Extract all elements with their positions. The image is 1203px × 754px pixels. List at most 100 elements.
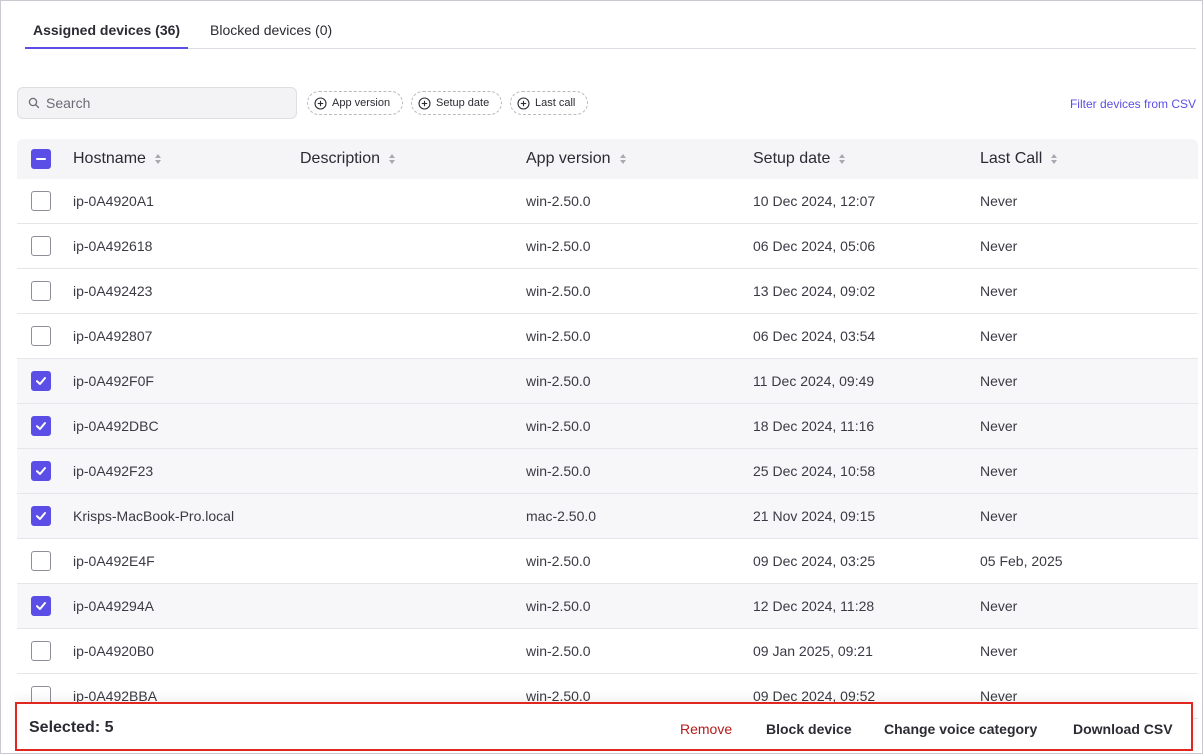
hostname-cell: ip-0A492618 (73, 238, 153, 254)
app-version-cell: win-2.50.0 (526, 238, 591, 254)
app-version-cell: win-2.50.0 (526, 328, 591, 344)
last-call-cell: Never (980, 373, 1018, 389)
table-row[interactable]: ip-0A492F0F win-2.50.0 11 Dec 2024, 09:49 N… (17, 359, 1198, 404)
row-checkbox[interactable] (31, 371, 51, 391)
column-header-hostname[interactable]: Hostname (73, 150, 162, 168)
table-row[interactable]: ip-0A49294A win-2.50.0 12 Dec 2024, 11:28 N… (17, 584, 1198, 629)
filter-devices-from-csv-link[interactable]: Filter devices from CSV (1070, 97, 1196, 111)
app-version-cell: win-2.50.0 (526, 463, 591, 479)
table-row[interactable]: Krisps-MacBook-Pro.local mac-2.50.0 21 Nov… (17, 494, 1198, 539)
hostname-cell: ip-0A492DBC (73, 418, 159, 434)
block-device-button[interactable]: Block device (766, 721, 852, 737)
setup-date-cell: 25 Dec 2024, 10:58 (753, 463, 876, 479)
app-version-cell: win-2.50.0 (526, 193, 591, 209)
devices-table: Hostname Description App version Setup d… (17, 139, 1198, 719)
app-version-cell: win-2.50.0 (526, 418, 591, 434)
column-header-label: Setup date (753, 150, 831, 167)
sort-icon (839, 154, 846, 164)
select-all-checkbox[interactable] (31, 149, 51, 169)
hostname-cell: ip-0A492E4F (73, 553, 155, 569)
table-row[interactable]: ip-0A4920A1 win-2.50.0 10 Dec 2024, 12:07 N… (17, 179, 1198, 224)
check-icon (36, 602, 46, 610)
column-header-setup-date[interactable]: Setup date (753, 150, 846, 168)
sort-icon (389, 154, 396, 164)
row-checkbox[interactable] (31, 461, 51, 481)
last-call-cell: Never (980, 193, 1018, 209)
app-version-cell: win-2.50.0 (526, 598, 591, 614)
table-row[interactable]: ip-0A492DBC win-2.50.0 18 Dec 2024, 11:16 N… (17, 404, 1198, 449)
column-header-app-version[interactable]: App version (526, 150, 627, 168)
last-call-cell: Never (980, 328, 1018, 344)
app-version-cell: win-2.50.0 (526, 283, 591, 299)
search-icon (28, 97, 40, 109)
last-call-cell: Never (980, 283, 1018, 299)
search-input[interactable] (46, 88, 286, 118)
table-row[interactable]: ip-0A4920B0 win-2.50.0 09 Jan 2025, 09:21 N… (17, 629, 1198, 674)
row-checkbox[interactable] (31, 551, 51, 571)
last-call-cell: Never (980, 238, 1018, 254)
add-circle-icon (418, 96, 431, 110)
setup-date-cell: 06 Dec 2024, 05:06 (753, 238, 876, 254)
tab-assigned-devices[interactable]: Assigned devices (36) (25, 19, 189, 49)
row-checkbox[interactable] (31, 191, 51, 211)
table-row[interactable]: ip-0A492F23 win-2.50.0 25 Dec 2024, 10:58 N… (17, 449, 1198, 494)
last-call-cell: Never (980, 463, 1018, 479)
last-call-cell: Never (980, 418, 1018, 434)
sort-icon (619, 154, 626, 164)
tab-blocked-devices[interactable]: Blocked devices (0) (202, 19, 340, 49)
last-call-cell: Never (980, 598, 1018, 614)
check-icon (36, 422, 46, 430)
setup-date-cell: 11 Dec 2024, 09:49 (753, 373, 875, 389)
column-header-description[interactable]: Description (300, 150, 396, 168)
filter-chip-label: Setup date (436, 97, 490, 109)
filter-chip-setup-date[interactable]: Setup date (411, 91, 503, 115)
selection-action-bar: Selected: 5 Remove Block device Change v… (15, 702, 1193, 751)
table-row[interactable]: ip-0A492807 win-2.50.0 06 Dec 2024, 03:54 N… (17, 314, 1198, 359)
search-box[interactable] (17, 87, 297, 119)
row-checkbox[interactable] (31, 416, 51, 436)
row-checkbox[interactable] (31, 596, 51, 616)
app-version-cell: win-2.50.0 (526, 553, 591, 569)
change-voice-category-button[interactable]: Change voice category (884, 721, 1037, 737)
setup-date-cell: 21 Nov 2024, 09:15 (753, 508, 876, 524)
remove-button[interactable]: Remove (680, 721, 732, 737)
filter-chip-last-call[interactable]: Last call (510, 91, 589, 115)
filter-chip-app-version[interactable]: App version (307, 91, 404, 115)
setup-date-cell: 12 Dec 2024, 11:28 (753, 598, 875, 614)
setup-date-cell: 18 Dec 2024, 11:16 (753, 418, 875, 434)
column-header-label: Description (300, 150, 381, 167)
sort-icon (1051, 154, 1058, 164)
row-checkbox[interactable] (31, 506, 51, 526)
hostname-cell: ip-0A492807 (73, 328, 153, 344)
setup-date-cell: 06 Dec 2024, 03:54 (753, 328, 876, 344)
filter-chip-label: App version (332, 97, 391, 109)
selected-count: Selected: 5 (29, 719, 114, 736)
app-version-cell: win-2.50.0 (526, 643, 591, 659)
hostname-cell: ip-0A4920A1 (73, 193, 154, 209)
column-header-label: Hostname (73, 150, 146, 167)
last-call-cell: Never (980, 643, 1018, 659)
last-call-cell: 05 Feb, 2025 (980, 553, 1063, 569)
minus-icon (36, 158, 46, 160)
hostname-cell: ip-0A492F23 (73, 463, 154, 479)
row-checkbox[interactable] (31, 281, 51, 301)
table-header: Hostname Description App version Setup d… (17, 139, 1198, 179)
tab-bar: Assigned devices (36) Blocked devices (0… (25, 1, 1196, 49)
add-circle-icon (314, 96, 327, 110)
table-row[interactable]: ip-0A492E4F win-2.50.0 09 Dec 2024, 03:25 0… (17, 539, 1198, 584)
column-header-label: Last Call (980, 150, 1043, 167)
row-checkbox[interactable] (31, 326, 51, 346)
row-checkbox[interactable] (31, 236, 51, 256)
devices-panel: Assigned devices (36) Blocked devices (0… (0, 0, 1203, 754)
setup-date-cell: 10 Dec 2024, 12:07 (753, 193, 876, 209)
column-header-last-call[interactable]: Last Call (980, 150, 1058, 168)
app-version-cell: win-2.50.0 (526, 373, 591, 389)
download-csv-button[interactable]: Download CSV (1073, 721, 1173, 737)
hostname-cell: ip-0A492F0F (73, 373, 154, 389)
table-body: ip-0A4920A1 win-2.50.0 10 Dec 2024, 12:07 N… (17, 179, 1198, 719)
table-row[interactable]: ip-0A492618 win-2.50.0 06 Dec 2024, 05:06 N… (17, 224, 1198, 269)
table-row[interactable]: ip-0A492423 win-2.50.0 13 Dec 2024, 09:02 N… (17, 269, 1198, 314)
hostname-cell: ip-0A492423 (73, 283, 153, 299)
check-icon (36, 512, 46, 520)
row-checkbox[interactable] (31, 641, 51, 661)
